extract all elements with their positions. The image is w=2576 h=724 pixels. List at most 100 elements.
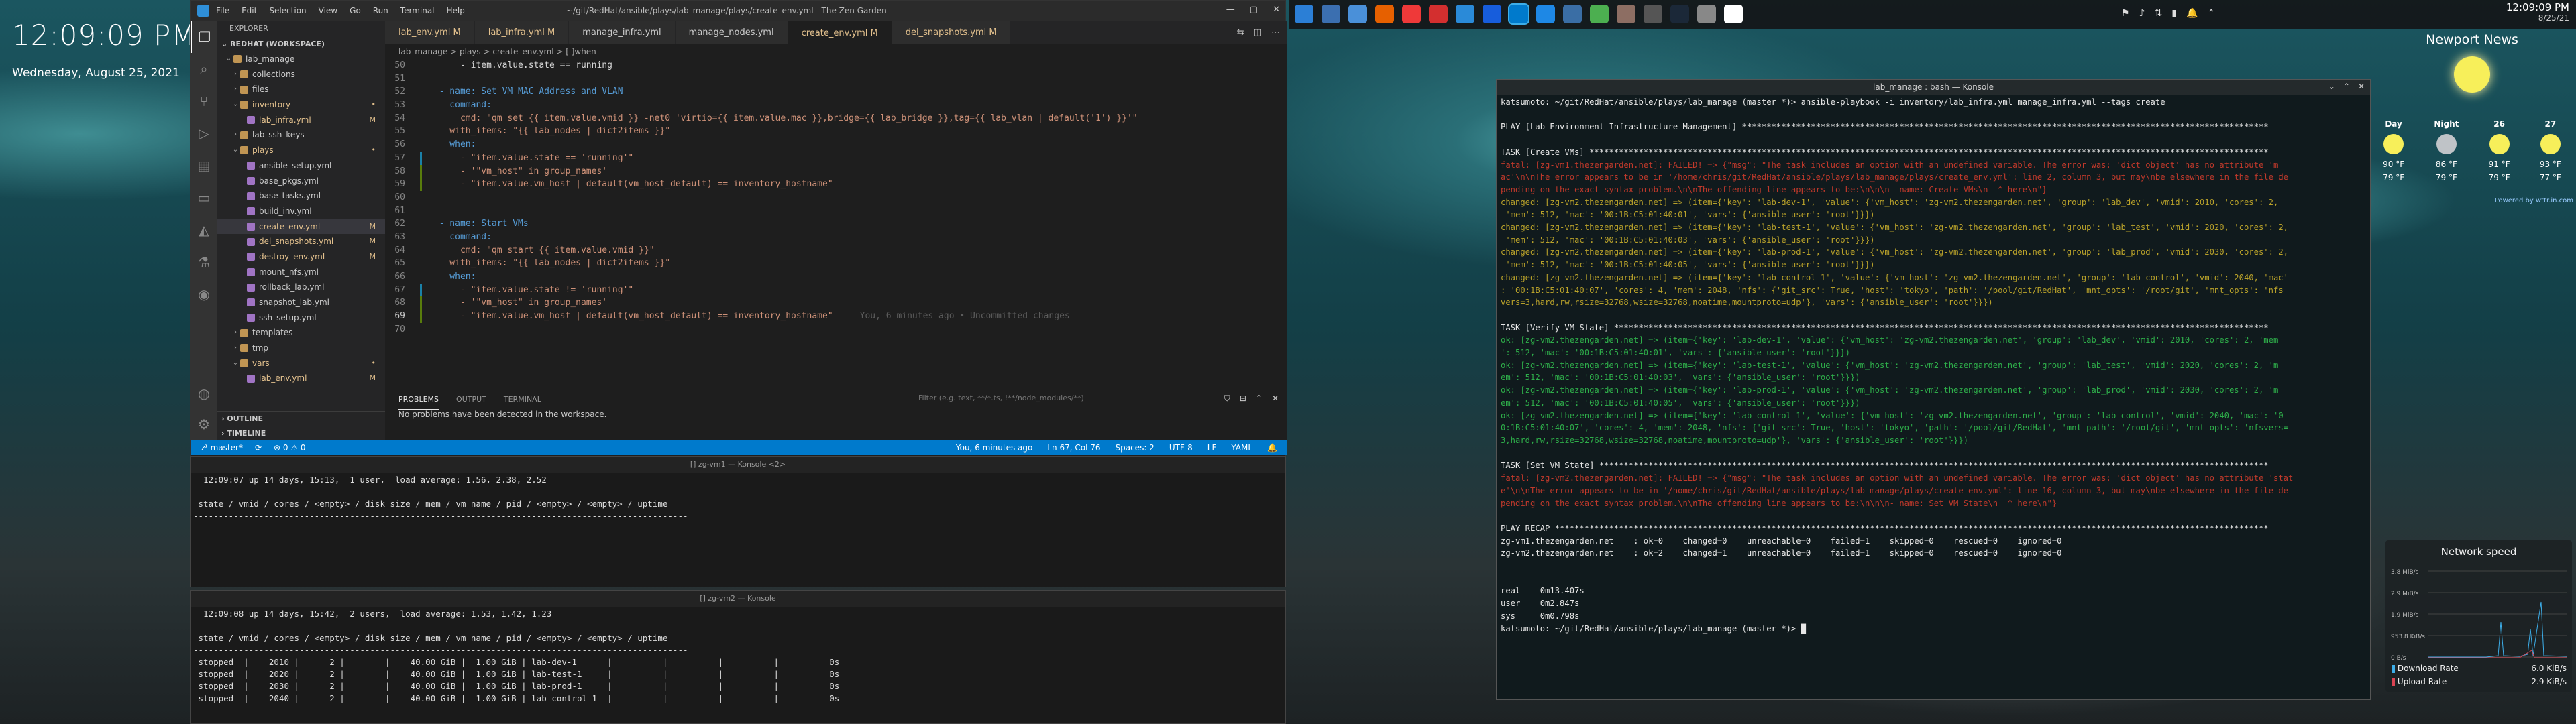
menu-item-go[interactable]: Go <box>350 6 361 15</box>
file-item[interactable]: snapshot_lab.yml <box>217 295 385 310</box>
status-right-item[interactable]: UTF-8 <box>1169 440 1193 455</box>
code-editor[interactable]: 50 - item.value.state == running 51 52 - n… <box>385 59 1287 389</box>
source-control-icon[interactable]: ⑂ <box>191 85 217 117</box>
opera-icon[interactable] <box>1429 5 1448 23</box>
collapse-all-icon[interactable]: ⊟ <box>1240 394 1246 404</box>
folder-item[interactable]: › templates <box>217 325 385 341</box>
konsole-main[interactable]: lab_manage : bash — Konsole ⌄ ⌃ ✕ katsumot… <box>1496 79 2371 700</box>
docker-icon[interactable]: ◭ <box>191 214 217 246</box>
vivaldi-icon[interactable] <box>1402 5 1421 23</box>
minimize-icon[interactable]: ⌄ <box>2328 82 2335 91</box>
menu-item-view[interactable]: View <box>319 6 337 15</box>
bitwarden-icon[interactable] <box>1483 5 1501 23</box>
folder-item[interactable]: ⌄ inventory • <box>217 97 385 113</box>
timeline-section[interactable]: › TIMELINE <box>217 426 385 440</box>
folder-item[interactable]: › files <box>217 82 385 97</box>
file-item[interactable]: mount_nfs.yml <box>217 265 385 280</box>
folder-item[interactable]: › lab_ssh_keys <box>217 127 385 143</box>
maximize-icon[interactable]: ⌃ <box>2343 82 2350 91</box>
screen-icon[interactable] <box>1536 5 1555 23</box>
status-right-item[interactable]: LF <box>1208 440 1217 455</box>
chrome-icon[interactable] <box>1590 5 1609 23</box>
editor-tab[interactable]: create_env.yml M <box>788 21 892 44</box>
status-right-item[interactable]: YAML <box>1231 440 1252 455</box>
file-item[interactable]: base_tasks.yml <box>217 188 385 204</box>
tray-bell-icon[interactable]: 🔔 <box>2186 8 2198 19</box>
menu-item-run[interactable]: Run <box>373 6 388 15</box>
editor-tab[interactable]: manage_nodes.yml <box>675 21 788 44</box>
workspace-root[interactable]: ⌄ REDHAT (WORKSPACE) <box>217 37 385 52</box>
search-icon[interactable]: ⌕ <box>191 53 217 85</box>
menu-item-help[interactable]: Help <box>447 6 465 15</box>
konsole-vm1[interactable]: [] zg-vm1 — Konsole <2> 12:09:07 up 14 d… <box>190 456 1286 587</box>
minimize-icon[interactable]: — <box>1226 5 1235 15</box>
file-item[interactable]: base_pkgs.yml <box>217 174 385 189</box>
editor-tab[interactable]: del_snapshots.yml M <box>892 21 1011 44</box>
file-item[interactable]: ansible_setup.yml <box>217 158 385 174</box>
file-item[interactable]: rollback_lab.yml <box>217 280 385 295</box>
tux-icon[interactable] <box>1724 5 1743 23</box>
konsole-vm2[interactable]: [] zg-vm2 — Konsole 12:09:08 up 14 days,… <box>190 590 1286 724</box>
split-editor-icon[interactable]: ◫ <box>1254 27 1262 38</box>
status-right-item[interactable]: You, 6 minutes ago <box>956 440 1032 455</box>
obs-icon[interactable] <box>1644 5 1662 23</box>
maximize-icon[interactable]: ▢ <box>1250 5 1258 15</box>
editor-tab[interactable]: lab_env.yml M <box>385 21 475 44</box>
panel-tab-problems[interactable]: PROBLEMS <box>398 389 439 410</box>
file-item[interactable]: lab_infra.yml M <box>217 113 385 128</box>
file-item[interactable]: create_env.yml M <box>217 219 385 235</box>
run-debug-icon[interactable]: ▷ <box>191 117 217 149</box>
menu-item-terminal[interactable]: Terminal <box>400 6 435 15</box>
menu-item-file[interactable]: File <box>216 6 229 15</box>
close-panel-icon[interactable]: ✕ <box>1272 394 1279 404</box>
status-left-item[interactable]: ⊗ 0 ⚠ 0 <box>274 440 306 455</box>
remote-explorer-icon[interactable]: ▭ <box>191 182 217 214</box>
outline-section[interactable]: › OUTLINE <box>217 411 385 426</box>
filter-icon[interactable]: ⛉ <box>1224 394 1230 404</box>
vscode-icon[interactable] <box>1508 3 1529 25</box>
firefox-icon[interactable] <box>1375 5 1394 23</box>
bluetooth-icon[interactable] <box>1563 5 1582 23</box>
editor-tab[interactable]: manage_infra.yml <box>569 21 676 44</box>
terminal2-icon[interactable] <box>1697 5 1716 23</box>
status-left-item[interactable]: ⟳ <box>255 440 262 455</box>
home-icon[interactable] <box>1348 5 1367 23</box>
compare-icon[interactable]: ⇆ <box>1237 27 1244 38</box>
problems-filter-input[interactable]: Filter (e.g. text, **/*.ts, !**/node_mod… <box>918 394 1120 402</box>
more-actions-icon[interactable]: ⋯ <box>1271 27 1280 38</box>
terminal-icon[interactable] <box>1322 5 1340 23</box>
panel-tab-output[interactable]: OUTPUT <box>456 389 486 410</box>
status-left-item[interactable]: ⎇ master* <box>199 440 243 455</box>
breadcrumb[interactable]: lab_manage > plays > create_env.yml > [ … <box>385 44 1287 59</box>
status-right-item[interactable]: 🔔 <box>1267 440 1277 455</box>
editor-tab[interactable]: lab_infra.yml M <box>474 21 570 44</box>
steam-icon[interactable] <box>1670 5 1689 23</box>
tray-volume-icon[interactable]: ♪ <box>2139 8 2145 19</box>
files-icon[interactable] <box>1295 5 1313 23</box>
folder-item[interactable]: ⌄ vars • <box>217 356 385 371</box>
panel-clock[interactable]: 12:09:09 PM 8/25/21 <box>2506 1 2569 23</box>
folder-item[interactable]: › tmp <box>217 341 385 356</box>
panel-tab-terminal[interactable]: TERMINAL <box>504 389 541 410</box>
gimp-icon[interactable] <box>1617 5 1635 23</box>
account-icon[interactable]: ◍ <box>191 377 217 410</box>
edge-icon[interactable] <box>1456 5 1474 23</box>
git-graph-icon[interactable]: ◉ <box>191 278 217 310</box>
folder-item[interactable]: ⌄ plays • <box>217 143 385 158</box>
status-right-item[interactable]: Ln 67, Col 76 <box>1047 440 1100 455</box>
menu-item-selection[interactable]: Selection <box>269 6 306 15</box>
close-icon[interactable]: ✕ <box>1273 5 1280 15</box>
file-item[interactable]: lab_env.yml M <box>217 371 385 386</box>
settings-gear-icon[interactable]: ⚙ <box>191 408 217 440</box>
close-icon[interactable]: ✕ <box>2358 82 2365 91</box>
tray-network-icon[interactable]: ⇅ <box>2155 8 2163 19</box>
tray-flag-icon[interactable]: ⚑ <box>2121 8 2130 19</box>
extensions-icon[interactable]: ▦ <box>191 149 217 182</box>
folder-item[interactable]: ⌄ lab_manage <box>217 52 385 67</box>
maximize-panel-icon[interactable]: ⌃ <box>1256 394 1263 404</box>
status-right-item[interactable]: Spaces: 2 <box>1116 440 1155 455</box>
tray-up-icon[interactable]: ⌃ <box>2207 8 2215 19</box>
menu-item-edit[interactable]: Edit <box>241 6 257 15</box>
file-item[interactable]: build_inv.yml <box>217 204 385 219</box>
explorer-icon[interactable]: ❐ <box>191 21 217 53</box>
